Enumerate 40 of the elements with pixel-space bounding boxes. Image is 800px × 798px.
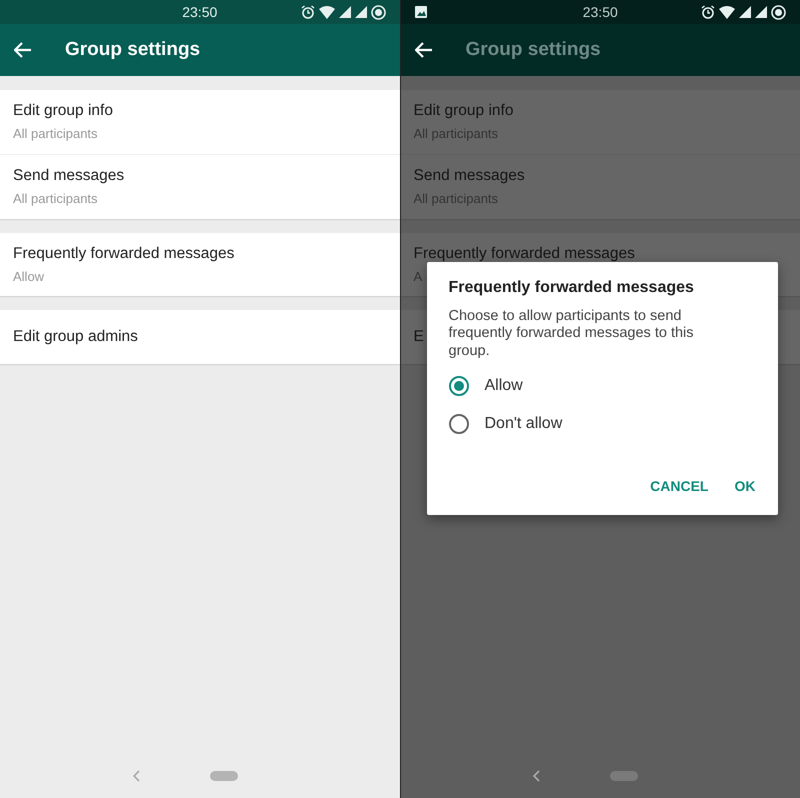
dialog-button[interactable]: OK — [734, 472, 756, 502]
setting-value: All participants — [13, 125, 98, 144]
back-button[interactable] — [14, 42, 32, 58]
setting-title: Edit group info — [414, 101, 514, 121]
option-label: Allow — [484, 376, 523, 396]
clock-time: 23:50 — [182, 2, 218, 22]
setting-value: All participants — [13, 190, 98, 208]
setting-title: Send messages — [414, 166, 525, 186]
nav-back-icon[interactable] — [532, 770, 540, 782]
wifi-icon — [318, 6, 334, 18]
wifi-icon — [719, 6, 735, 18]
clock-time: 23:50 — [582, 2, 618, 22]
back-arrow-icon — [414, 42, 432, 58]
alarm-icon — [701, 5, 715, 19]
setting-title: Frequently forwarded messages — [414, 244, 635, 264]
signal-icon — [739, 6, 751, 18]
dialog-title: Frequently forwarded messages — [448, 278, 695, 298]
setting-title: Edit group admins — [13, 327, 138, 348]
option-label: Don't allow — [484, 414, 562, 434]
radio-button[interactable] — [448, 376, 468, 396]
signal-icon — [338, 6, 350, 18]
settings-item[interactable]: Edit group info All participants — [0, 90, 400, 154]
screen-title: Group settings — [466, 38, 601, 62]
radio-button[interactable] — [448, 414, 468, 434]
back-arrow-icon — [14, 42, 32, 58]
image-notification-icon — [414, 6, 426, 18]
settings-item[interactable]: Edit group admins — [0, 310, 400, 364]
setting-title: Frequently forwarded messages — [13, 244, 234, 264]
settings-item[interactable]: Frequently forwarded messages Allow — [0, 232, 400, 296]
signal-icon — [354, 6, 366, 18]
dialog-message: Choose to allow participants to send frequently forwarded messages to this group. — [448, 308, 695, 360]
dialog-button[interactable]: CANCEL — [650, 472, 708, 502]
screen-title: Group settings — [65, 38, 200, 62]
settings-item[interactable]: Send messages All participants — [0, 154, 400, 218]
setting-value: Allow — [13, 268, 44, 286]
back-button[interactable] — [414, 42, 432, 58]
alarm-icon — [300, 5, 314, 19]
signal-icon — [755, 6, 767, 18]
setting-title: Edit group info — [13, 101, 113, 121]
setting-title: Send messages — [13, 166, 124, 186]
